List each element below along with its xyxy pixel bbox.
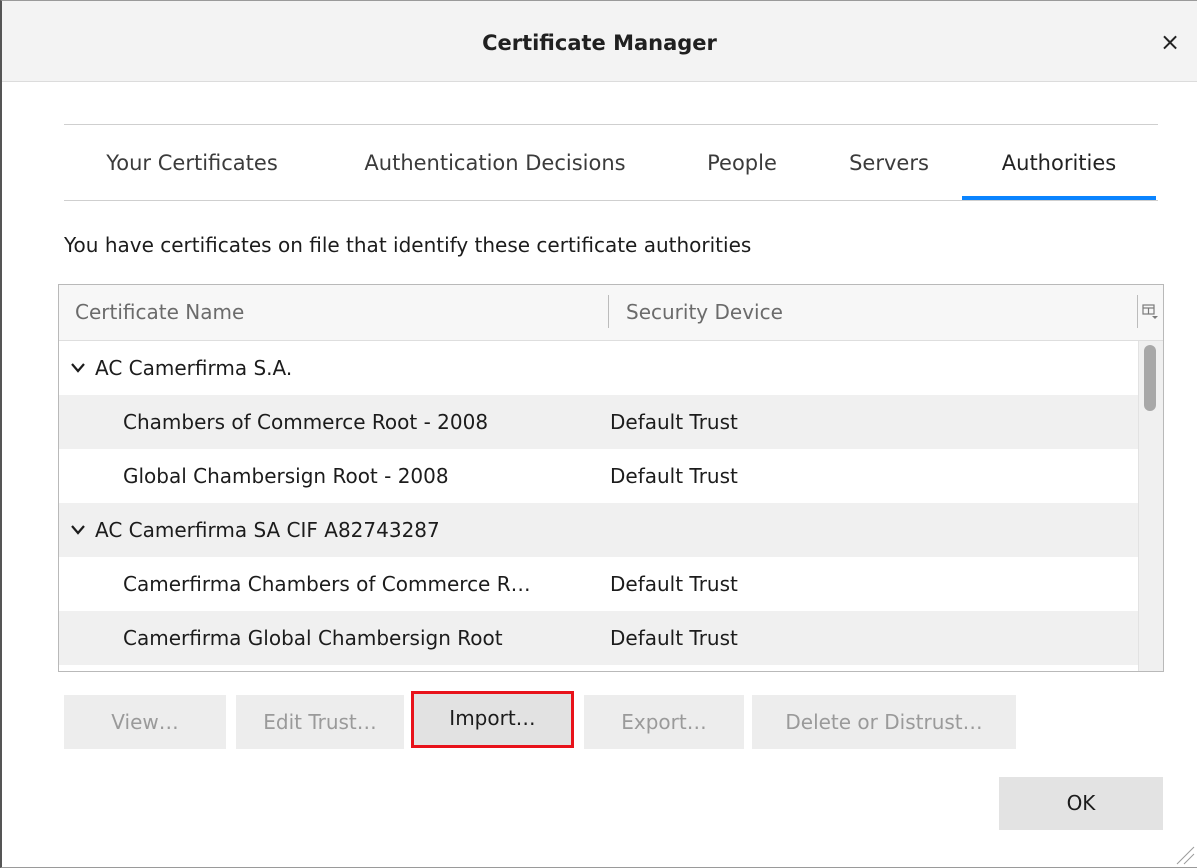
security-device: Default Trust <box>610 572 738 596</box>
group-name: AC Camerfirma S.A. <box>95 356 293 380</box>
tree-header: Certificate Name Security Device <box>59 285 1163 341</box>
dialog-title: Certificate Manager <box>482 31 717 55</box>
column-header-security-device[interactable]: Security Device <box>626 285 783 340</box>
edit-trust-button[interactable]: Edit Trust… <box>236 695 404 749</box>
authorities-description: You have certificates on file that ident… <box>64 233 752 257</box>
column-picker-icon[interactable] <box>1141 303 1159 321</box>
certificate-name: Global Chambersign Root - 2008 <box>123 464 449 488</box>
tab-servers[interactable]: Servers <box>839 125 939 200</box>
tab-authentication-decisions[interactable]: Authentication Decisions <box>350 125 640 200</box>
tree-group-row[interactable]: AC Camerfirma SA CIF A82743287 <box>59 503 1139 557</box>
export-button[interactable]: Export… <box>584 695 744 749</box>
certificate-tree[interactable]: Certificate Name Security Device AC Came… <box>58 284 1164 672</box>
chevron-down-icon[interactable] <box>69 341 87 395</box>
certificate-manager-dialog: Certificate Manager × Your Certificates … <box>0 0 1197 868</box>
column-header-certificate-name[interactable]: Certificate Name <box>75 285 244 340</box>
tree-cert-row[interactable]: Camerfirma Chambers of Commerce R… Defau… <box>59 557 1139 611</box>
column-splitter[interactable] <box>1137 295 1138 328</box>
group-name: AC Camerfirma SA CIF A82743287 <box>95 518 440 542</box>
tree-group-row[interactable]: AC Camerfirma S.A. <box>59 341 1139 395</box>
tab-people[interactable]: People <box>702 125 782 200</box>
tab-strip: Your Certificates Authentication Decisio… <box>64 124 1158 201</box>
ok-button[interactable]: OK <box>999 777 1163 830</box>
chevron-down-icon[interactable] <box>69 503 87 557</box>
tab-your-certificates[interactable]: Your Certificates <box>97 125 287 200</box>
tree-scrollbar[interactable] <box>1138 341 1163 671</box>
delete-or-distrust-button[interactable]: Delete or Distrust… <box>752 695 1016 749</box>
tree-rows: AC Camerfirma S.A. Chambers of Commerce … <box>59 341 1139 665</box>
security-device: Default Trust <box>610 626 738 650</box>
tree-cert-row[interactable]: Chambers of Commerce Root - 2008 Default… <box>59 395 1139 449</box>
column-splitter[interactable] <box>608 295 609 328</box>
tab-authorities[interactable]: Authorities <box>962 125 1156 200</box>
import-button[interactable]: Import… <box>411 691 574 748</box>
scrollbar-thumb[interactable] <box>1144 345 1156 411</box>
security-device: Default Trust <box>610 464 738 488</box>
certificate-name: Camerfirma Global Chambersign Root <box>123 626 503 650</box>
certificate-name: Chambers of Commerce Root - 2008 <box>123 410 489 434</box>
certificate-name: Camerfirma Chambers of Commerce R… <box>123 572 531 596</box>
close-icon[interactable]: × <box>1157 29 1183 55</box>
resize-grip-icon[interactable] <box>1173 843 1195 865</box>
view-button[interactable]: View… <box>64 695 226 749</box>
tree-cert-row[interactable]: Camerfirma Global Chambersign Root Defau… <box>59 611 1139 665</box>
tree-cert-row[interactable]: Global Chambersign Root - 2008 Default T… <box>59 449 1139 503</box>
title-bar: Certificate Manager × <box>2 1 1197 82</box>
security-device: Default Trust <box>610 410 738 434</box>
